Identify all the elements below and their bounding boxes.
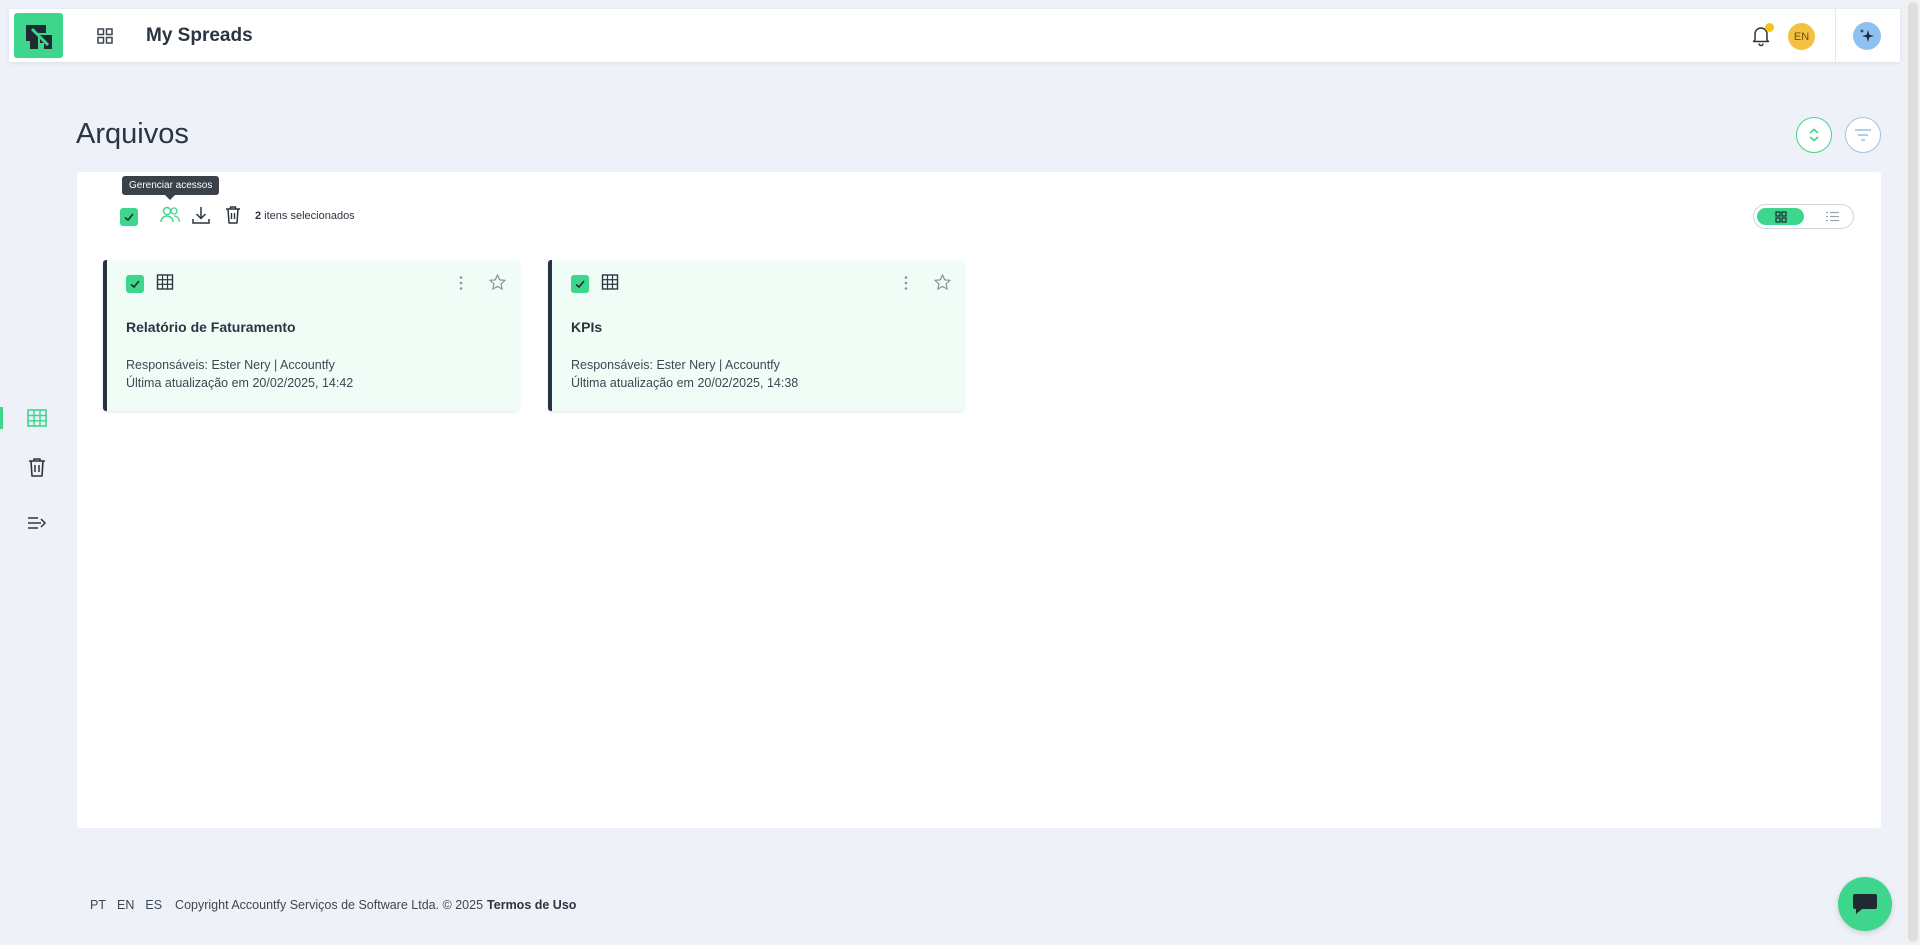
file-checkbox[interactable] [126, 275, 144, 293]
footer-lang-pt[interactable]: PT [90, 898, 106, 912]
brand-logo[interactable] [14, 13, 63, 58]
language-avatar[interactable]: EN [1788, 23, 1815, 50]
file-card[interactable]: KPIs Responsáveis: Ester Nery | Accountf… [548, 260, 964, 411]
list-view-button[interactable] [1814, 208, 1850, 225]
sort-chevrons-icon [1809, 128, 1819, 142]
files-panel: Gerenciar acessos 2 itens selecionados R… [77, 172, 1881, 828]
file-updated: Última atualização em 20/02/2025, 14:38 [571, 376, 799, 390]
footer-lang-es[interactable]: ES [145, 898, 162, 912]
trash-nav-icon[interactable] [26, 456, 48, 478]
more-options-icon[interactable] [452, 274, 470, 292]
app-title: My Spreads [146, 25, 253, 46]
check-icon [575, 280, 585, 289]
chat-support-button[interactable] [1838, 877, 1892, 931]
file-owners: Responsáveis: Ester Nery | Accountfy [571, 358, 780, 372]
spreadsheet-icon [601, 274, 619, 290]
check-icon [130, 280, 140, 289]
file-card[interactable]: Relatório de Faturamento Responsáveis: E… [103, 260, 519, 411]
filter-button[interactable] [1845, 117, 1881, 153]
footer: PT EN ES Copyright Accountfy Serviços de… [90, 898, 576, 912]
file-title[interactable]: Relatório de Faturamento [126, 319, 296, 335]
rail-active-indicator [0, 407, 3, 429]
page-scrollbar[interactable] [1906, 0, 1920, 945]
terms-link[interactable]: Termos de Uso [487, 898, 576, 912]
expand-menu-icon[interactable] [26, 512, 48, 534]
file-owners: Responsáveis: Ester Nery | Accountfy [126, 358, 335, 372]
grid-view-icon [1774, 210, 1787, 223]
divider [1835, 9, 1836, 62]
file-title[interactable]: KPIs [571, 319, 602, 335]
footer-lang-en[interactable]: EN [117, 898, 134, 912]
notification-dot [1765, 23, 1774, 32]
delete-icon[interactable] [222, 204, 244, 226]
star-icon[interactable] [933, 273, 952, 292]
ai-assistant-button[interactable] [1853, 22, 1881, 50]
copyright-text: Copyright Accountfy Serviços de Software… [175, 898, 484, 912]
top-bar: My Spreads EN [9, 9, 1900, 62]
filter-icon [1855, 129, 1871, 141]
check-icon [124, 213, 134, 222]
sort-button[interactable] [1796, 117, 1832, 153]
star-icon[interactable] [488, 273, 507, 292]
download-icon[interactable] [190, 204, 212, 226]
view-toggle [1753, 204, 1854, 229]
page-title: Arquivos [76, 118, 189, 150]
logo-icon [25, 24, 52, 49]
apps-grid-icon[interactable] [96, 27, 114, 45]
spreadsheet-nav-icon[interactable] [26, 407, 48, 429]
select-all-checkbox[interactable] [120, 208, 138, 226]
tooltip: Gerenciar acessos [122, 176, 220, 200]
spreadsheet-icon [156, 274, 174, 290]
chat-icon [1853, 894, 1877, 914]
sparkle-icon [1860, 29, 1874, 42]
more-options-icon[interactable] [897, 274, 915, 292]
scrollbar-thumb[interactable] [1908, 2, 1918, 942]
file-updated: Última atualização em 20/02/2025, 14:42 [126, 376, 354, 390]
list-view-icon [1825, 211, 1839, 222]
grid-view-button[interactable] [1757, 208, 1804, 225]
file-checkbox[interactable] [571, 275, 589, 293]
manage-access-icon[interactable] [159, 204, 181, 226]
selection-count: 2 itens selecionados [255, 210, 355, 222]
